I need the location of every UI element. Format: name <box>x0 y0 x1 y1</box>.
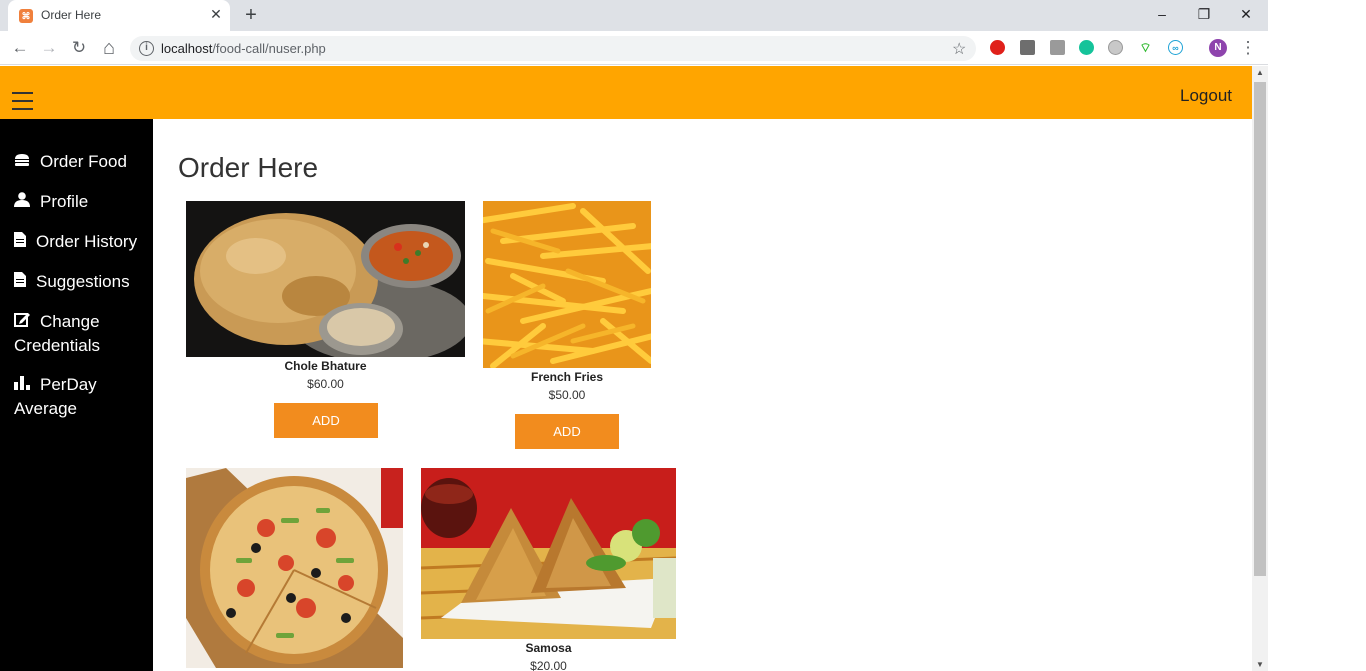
minimize-button[interactable]: – <box>1148 4 1176 24</box>
top-nav-bar: Logout <box>0 66 1252 119</box>
logout-link[interactable]: Logout <box>1180 86 1232 106</box>
profile-avatar[interactable]: N <box>1209 39 1227 57</box>
xampp-icon: ⌘ <box>19 9 33 23</box>
sidebar-item-label: Order History <box>36 232 138 251</box>
scroll-down-arrow-icon[interactable]: ▼ <box>1256 660 1264 669</box>
menu-icon[interactable]: ⋮ <box>1237 37 1259 59</box>
sidebar-item-order-history[interactable]: Order History <box>14 230 149 254</box>
info-icon[interactable]: i <box>139 41 154 56</box>
sidebar-item-suggestions[interactable]: Suggestions <box>14 270 149 294</box>
home-button[interactable]: ⌂ <box>98 37 120 59</box>
edit-icon <box>14 311 32 334</box>
sidebar-item-label: Profile <box>40 192 89 211</box>
wifi-icon[interactable]: ⌔ <box>1138 40 1153 55</box>
tab-close-icon[interactable]: ✕ <box>208 6 224 22</box>
back-button[interactable]: ← <box>9 37 31 59</box>
file-icon <box>14 271 28 294</box>
sidebar: Order Food Profile Order History Suggest… <box>0 119 153 671</box>
file-icon <box>14 231 28 254</box>
sidebar-item-order-food[interactable]: Order Food <box>14 150 149 174</box>
food-price: $50.00 <box>548 388 586 402</box>
tab-icon[interactable] <box>1050 40 1065 55</box>
food-name: Chole Bhature <box>284 359 367 373</box>
bar-chart-icon <box>14 374 32 397</box>
sidebar-item-profile[interactable]: Profile <box>14 190 149 214</box>
bookmark-star-icon[interactable]: ☆ <box>952 39 966 59</box>
food-name: Samosa <box>525 641 572 655</box>
desktop-background <box>1268 0 1366 671</box>
food-price: $20.00 <box>530 659 567 671</box>
url-path: /food-call/nuser.php <box>212 41 326 56</box>
main-content: Order Here Chole Bhature $60.00 ADD Fren… <box>153 119 1252 671</box>
grammarly-icon[interactable] <box>1079 40 1094 55</box>
scroll-up-arrow-icon[interactable]: ▲ <box>1256 68 1264 77</box>
restore-button[interactable]: ❐ <box>1190 4 1218 24</box>
scrollbar-thumb[interactable] <box>1254 82 1266 576</box>
page-title: Order Here <box>178 152 319 183</box>
chole-bhature-image <box>186 201 465 357</box>
samosa-image <box>421 468 676 639</box>
sidebar-item-label: Suggestions <box>36 272 130 291</box>
french-fries-image <box>483 201 651 368</box>
clipboard-icon[interactable] <box>1108 40 1123 55</box>
browser-window: ⌘ Order Here ✕ + – ❐ ✕ ← → ↻ ⌂ i localho… <box>0 0 1268 671</box>
tab-title: Order Here <box>41 8 102 22</box>
close-window-button[interactable]: ✕ <box>1232 4 1260 24</box>
sidebar-item-perday-average[interactable]: PerDay Average <box>14 373 149 420</box>
active-tab[interactable]: ⌘ Order Here ✕ <box>8 0 230 31</box>
web-page: Logout Order Food Profile Order History <box>0 66 1252 671</box>
sidebar-item-change-credentials[interactable]: Change Credentials <box>14 310 149 357</box>
tab-strip: ⌘ Order Here ✕ + – ❐ ✕ <box>0 0 1268 31</box>
address-bar[interactable]: i localhost/food-call/nuser.php ☆ <box>130 36 976 61</box>
user-icon <box>14 191 32 214</box>
page-scrollbar[interactable]: ▲ ▼ <box>1252 66 1268 671</box>
food-name: French Fries <box>530 370 604 384</box>
reload-button[interactable]: ↻ <box>68 37 90 59</box>
infinity-icon[interactable]: ∞ <box>1168 40 1183 55</box>
forward-button[interactable]: → <box>38 37 60 59</box>
url-text[interactable]: localhost/food-call/nuser.php <box>161 41 326 56</box>
url-host: localhost <box>161 41 213 56</box>
opera-icon[interactable] <box>990 40 1005 55</box>
sidebar-item-label: Order Food <box>40 152 127 171</box>
burger-icon <box>14 151 32 174</box>
food-price: $60.00 <box>307 377 344 391</box>
new-tab-button[interactable]: + <box>242 4 260 26</box>
pizza-image <box>186 468 403 668</box>
add-to-cart-button[interactable]: ADD <box>274 403 378 438</box>
hamburger-menu-icon[interactable] <box>12 92 33 112</box>
evernote-icon[interactable] <box>1020 40 1035 55</box>
browser-toolbar: ← → ↻ ⌂ i localhost/food-call/nuser.php … <box>0 31 1268 65</box>
add-to-cart-button[interactable]: ADD <box>515 414 619 449</box>
